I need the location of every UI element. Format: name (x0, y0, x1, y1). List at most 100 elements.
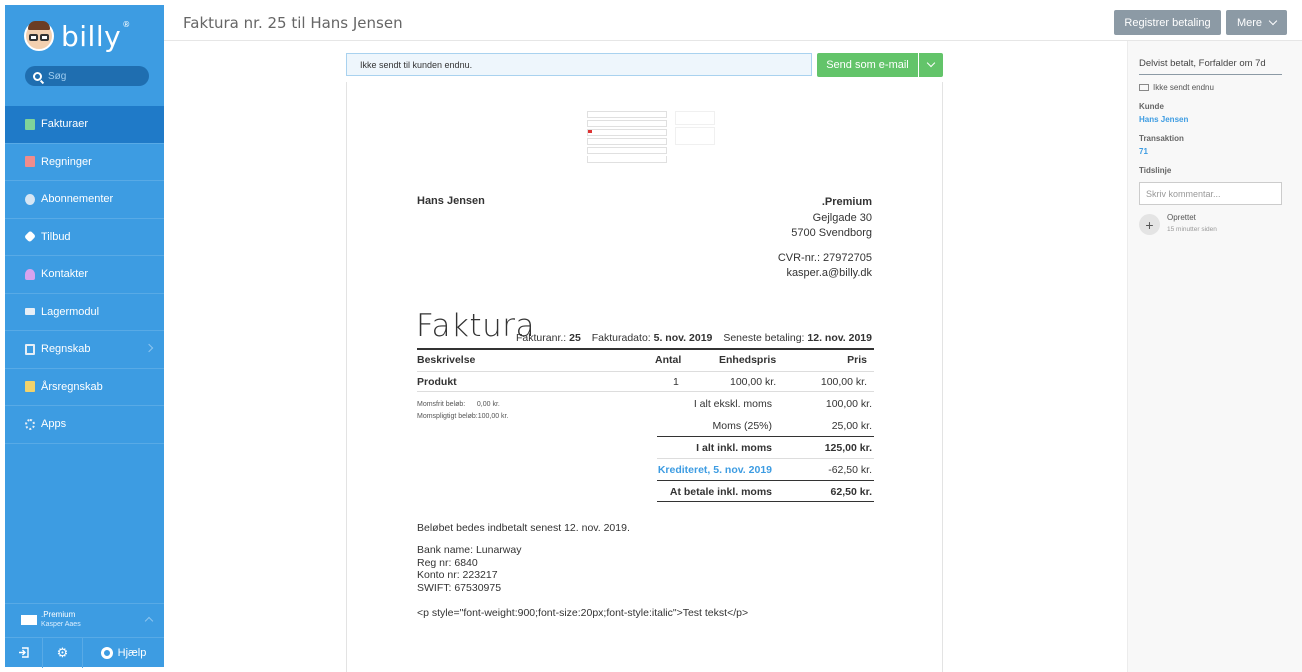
more-button-label: Mere (1236, 16, 1263, 29)
page-title: Faktura nr. 25 til Hans Jensen (183, 14, 403, 32)
credit-value: -62,50 kr. (828, 464, 872, 476)
invoice-document: Hans Jensen .Premium Gejlgade 30 5700 Sv… (346, 82, 943, 672)
timeline-label: Tidslinje (1139, 166, 1172, 175)
vat-label: Moms (25%) (712, 420, 772, 432)
transaction-link[interactable]: 71 (1139, 147, 1148, 156)
contacts-icon (25, 268, 35, 280)
app-root: billy® Fakturaer Regninger Abonnementer … (0, 0, 1302, 672)
customer-link[interactable]: Hans Jensen (1139, 115, 1188, 124)
sender-cvr: CVR-nr.: 27972705 (777, 251, 872, 264)
sidebar-item-label: Fakturaer (41, 118, 89, 131)
send-status-banner: Ikke sendt til kunden endnu. (346, 53, 812, 76)
total-incl-vat-label: I alt inkl. moms (696, 442, 772, 454)
transaction-label: Transaktion (1139, 134, 1184, 143)
column-header-quantity: Antal (655, 354, 682, 366)
organization-logo (21, 614, 37, 625)
more-button[interactable]: Mere (1226, 10, 1287, 35)
invoice-number-label: Fakturanr.: (516, 332, 567, 344)
total-excl-vat-value: 100,00 kr. (825, 398, 872, 410)
timeline-event-title: Oprettet (1167, 213, 1196, 222)
sidebar-item-regninger[interactable]: Regninger (5, 144, 164, 181)
lifebuoy-icon (100, 646, 113, 659)
invoice-due-label: Seneste betaling: (723, 332, 805, 344)
amount-due-label: At betale inkl. moms (669, 486, 772, 498)
sidebar-item-label: Apps (41, 418, 67, 431)
bill-icon (25, 156, 35, 168)
help-label: Hjælp (117, 646, 147, 659)
billy-mascot-icon (24, 21, 54, 51)
sidebar-item-fakturaer[interactable]: Fakturaer (5, 106, 164, 144)
vat-liable-amount: Momspligtigt beløb:100,00 kr. (417, 413, 509, 420)
vat-free-amount: Momsfrit beløb: 0,00 kr. (417, 401, 500, 408)
payment-status: Delvist betalt, Forfalder om 7d (1139, 58, 1282, 75)
register-payment-button[interactable]: Registrer betaling (1114, 10, 1221, 35)
help-button[interactable]: Hjælp (83, 638, 164, 668)
invoice-custom-text: <p style="font-weight:900;font-size:20px… (417, 607, 749, 619)
sidebar-item-label: Regnskab (41, 343, 91, 356)
line-description: Produkt (417, 376, 457, 388)
chevron-right-icon (144, 343, 154, 353)
sender-street: Gejlgade 30 (812, 211, 872, 224)
chevron-up-icon (144, 616, 154, 626)
sidebar-item-kontakter[interactable]: Kontakter (5, 256, 164, 294)
column-header-description: Beskrivelse (417, 354, 476, 366)
comment-input[interactable] (1139, 182, 1282, 205)
payment-note: Beløbet bedes indbetalt senest 12. nov. … (417, 522, 630, 534)
flag-icon (588, 130, 592, 133)
column-header-price: Pris (847, 354, 867, 366)
total-incl-vat-value: 125,00 kr. (824, 442, 872, 454)
chevron-down-icon (1268, 16, 1278, 25)
sender-city: 5700 Svendborg (791, 227, 872, 239)
invoice-date-label: Fakturadato: (591, 332, 651, 344)
credit-note-link[interactable]: Krediteret, 5. nov. 2019 (658, 464, 772, 476)
organization-name: .Premium (41, 609, 76, 619)
sidebar: billy® Fakturaer Regninger Abonnementer … (5, 5, 164, 668)
line-unit-price: 100,00 kr. (730, 376, 777, 388)
sidebar-item-label: Tilbud (41, 230, 71, 243)
sender-name: .Premium (821, 196, 872, 208)
sidebar-footer: ⚙ Hjælp (5, 637, 164, 668)
invoice-customer-name: Hans Jensen (417, 195, 485, 207)
totals-rule (657, 501, 874, 502)
invoice-number: 25 (569, 332, 581, 344)
address-logo-editor-thumbnail[interactable] (587, 109, 717, 181)
sidebar-item-abonnementer[interactable]: Abonnementer (5, 181, 164, 219)
logo-text: billy® (61, 19, 131, 53)
invoice-meta: Fakturanr.: 25 Fakturadato: 5. nov. 2019… (508, 332, 872, 344)
timeline-event-time: 15 minutter siden (1167, 226, 1217, 233)
totals-rule (657, 436, 874, 437)
table-row-divider (417, 391, 874, 392)
sidebar-item-label: Abonnementer (41, 193, 114, 206)
customer-label: Kunde (1139, 102, 1164, 111)
organization-switcher[interactable]: .Premium Kasper Aaes (5, 603, 164, 635)
apps-icon (25, 418, 35, 430)
total-excl-vat-label: I alt ekskl. moms (693, 398, 772, 410)
send-email-button[interactable]: Send som e-mail (817, 53, 918, 77)
sidebar-nav: Fakturaer Regninger Abonnementer Tilbud … (5, 106, 164, 444)
table-row-divider (417, 371, 874, 372)
sidebar-item-tilbud[interactable]: Tilbud (5, 219, 164, 256)
sidebar-item-lagermodul[interactable]: Lagermodul (5, 294, 164, 331)
organization-user: Kasper Aaes (41, 620, 81, 628)
send-options-dropdown[interactable] (919, 53, 943, 77)
sent-status: Ikke sendt endnu (1139, 83, 1214, 92)
swift-code: SWIFT: 67530975 (417, 581, 502, 594)
sidebar-item-regnskab[interactable]: Regnskab (5, 331, 164, 369)
logout-icon (19, 647, 29, 658)
invoice-icon (25, 118, 35, 130)
search-input[interactable] (48, 70, 138, 82)
billy-logo[interactable]: billy® (24, 17, 131, 55)
sidebar-item-aarsregnskab[interactable]: Årsregnskab (5, 369, 164, 406)
line-price: 100,00 kr. (820, 376, 867, 388)
invoice-due-date: 12. nov. 2019 (807, 332, 872, 344)
account-number: Konto nr: 223217 (417, 569, 498, 581)
logout-button[interactable] (5, 637, 43, 668)
reg-number: Reg nr: 6840 (417, 556, 478, 569)
accounting-icon (25, 343, 35, 355)
sidebar-item-label: Kontakter (41, 268, 89, 281)
sidebar-item-apps[interactable]: Apps (5, 406, 164, 444)
search-box[interactable] (25, 66, 149, 86)
annual-report-icon (25, 381, 35, 393)
settings-button[interactable]: ⚙ (43, 637, 83, 668)
invoice-date: 5. nov. 2019 (653, 332, 713, 344)
